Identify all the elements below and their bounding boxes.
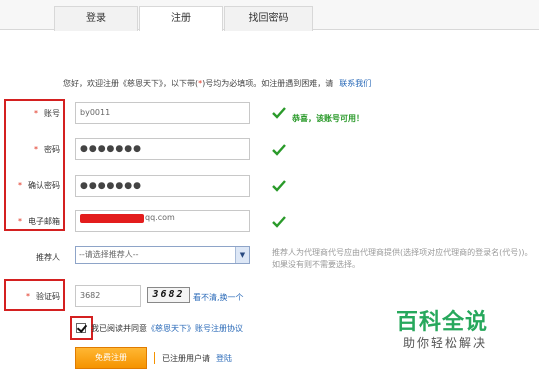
captcha-image[interactable]: 3682 (147, 287, 190, 303)
agree-text: 我已阅读并同意《慈恩天下》账号注册协议 (91, 324, 243, 333)
captcha-input[interactable]: 3682 (75, 285, 141, 307)
watermark-title: 百科全说 (396, 310, 489, 335)
captcha-label: * 验证码 (26, 292, 60, 301)
login-link[interactable]: 登陆 (216, 353, 232, 364)
account-input[interactable]: by0011 (75, 102, 250, 124)
tab-recover-password[interactable]: 找回密码 (224, 6, 313, 31)
intro-text: 您好，欢迎注册《慈恩天下》，以下带(*)号均为必填项。如注册遇到困难，请 联系我们 (63, 78, 503, 89)
referrer-label: 推荐人 (36, 253, 60, 262)
watermark-subtitle: 助你轻松解决 (403, 336, 488, 350)
captcha-refresh-link[interactable]: 看不清,换一个 (193, 292, 244, 303)
account-available-text: 恭喜，该账号可用！ (292, 114, 364, 123)
email-label: * 电子邮箱 (18, 217, 60, 226)
register-button[interactable]: 免费注册 (75, 347, 147, 369)
tab-bar: 登录 注册 找回密码 (0, 0, 539, 31)
account-check-icon (272, 107, 286, 119)
password-check-icon (272, 144, 286, 156)
referrer-select[interactable]: --请选择推荐人-- ▼ (75, 246, 250, 264)
password-input[interactable]: ●●●●●●● (75, 138, 250, 160)
tab-login[interactable]: 登录 (54, 6, 138, 31)
contact-us-link[interactable]: 联系我们 (339, 79, 371, 88)
confirm-password-label: * 确认密码 (18, 181, 60, 190)
agree-checkbox[interactable] (76, 323, 86, 333)
chevron-down-icon[interactable]: ▼ (235, 247, 249, 263)
referrer-hint: 推荐人为代理商代号应由代理商提供(选择项对应代理商的登录名(代号))。如果没有则… (272, 248, 533, 269)
intro-prefix: 您好，欢迎注册《慈恩天下》，以下带( (63, 79, 199, 88)
confirm-password-check-icon (272, 180, 286, 192)
email-redaction-mark (80, 214, 144, 223)
agreement-link[interactable]: 《慈恩天下》账号注册协议 (147, 324, 243, 333)
registered-user-text: 已注册用户请 (162, 354, 210, 363)
divider (154, 352, 155, 364)
email-check-icon (272, 216, 286, 228)
account-label: * 账号 (34, 109, 60, 118)
confirm-password-input[interactable]: ●●●●●●● (75, 175, 250, 197)
email-visible-suffix: qq.com (145, 213, 175, 222)
referrer-selected-value: --请选择推荐人-- (79, 250, 139, 259)
intro-suffix: )号均为必填项。如注册遇到困难，请 (202, 79, 334, 88)
tab-register[interactable]: 注册 (139, 6, 223, 31)
password-label: * 密码 (34, 145, 60, 154)
